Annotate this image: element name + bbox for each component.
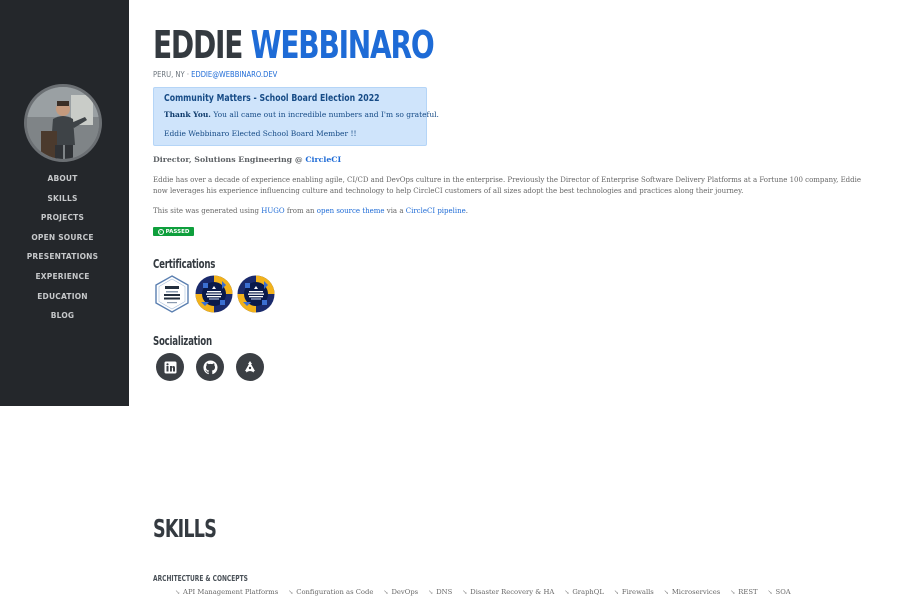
sidebar: ABOUT SKILLS PROJECTS OPEN SOURCE PRESEN… bbox=[0, 0, 129, 406]
skill-item: ↘ Firewalls bbox=[613, 588, 654, 596]
gen-via: via a bbox=[384, 207, 406, 215]
alert-message: Thank You. You all came out in incredibl… bbox=[164, 110, 439, 119]
gen-end: . bbox=[465, 207, 469, 215]
certifications-heading: Certifications bbox=[153, 257, 216, 271]
alert-title: Community Matters - School Board Electio… bbox=[164, 93, 380, 104]
bio-paragraph: Eddie has over a decade of experience en… bbox=[153, 176, 862, 195]
avatar[interactable] bbox=[24, 84, 102, 162]
nav-item-skills[interactable]: SKILLS bbox=[0, 192, 125, 212]
skill-list: ↘ API Management Platforms ↘ Configuration… bbox=[175, 588, 801, 596]
badge-text: PASSED bbox=[165, 228, 190, 235]
pipeline-link[interactable]: CircleCI pipeline bbox=[406, 207, 466, 215]
skill-item: ↘ Configuration as Code bbox=[288, 588, 374, 596]
skill-bullet-icon: ↘ bbox=[288, 588, 294, 596]
first-name: EDDIE bbox=[153, 23, 243, 67]
skill-item: ↘ REST bbox=[730, 588, 758, 596]
announcement-alert: Community Matters - School Board Electio… bbox=[153, 87, 439, 146]
alert-message-text: You all came out in incredible numbers a… bbox=[210, 110, 439, 119]
skill-item: ↘ Microservices bbox=[663, 588, 721, 596]
contact-line: PERU, NY · EDDIE@WEBBINARO.DEV bbox=[153, 70, 277, 79]
nav-item-open-source[interactable]: OPEN SOURCE bbox=[0, 231, 125, 251]
skill-item: ↘ Disaster Recovery & HA bbox=[462, 588, 555, 596]
skills-category-heading: ARCHITECTURE & CONCEPTS bbox=[153, 574, 248, 583]
nav-item-experience[interactable]: EXPERIENCE bbox=[0, 270, 125, 290]
codewars-icon[interactable] bbox=[236, 353, 264, 381]
cert-badge-atlassian-2[interactable] bbox=[237, 275, 275, 313]
skill-bullet-icon: ↘ bbox=[462, 588, 468, 596]
avatar-photo bbox=[27, 87, 99, 159]
skill-bullet-icon: ↘ bbox=[730, 588, 736, 596]
socialization-heading: Socialization bbox=[153, 334, 212, 348]
skill-item: ↘ DevOps bbox=[383, 588, 419, 596]
cert-badge-aws-solutions-architect[interactable] bbox=[153, 275, 191, 313]
skill-bullet-icon: ↘ bbox=[175, 588, 181, 596]
location-text: PERU, NY · bbox=[153, 70, 192, 79]
gen-prefix: This site was generated using bbox=[153, 207, 262, 215]
theme-link[interactable]: open source theme bbox=[317, 207, 385, 215]
skill-bullet-icon: ↘ bbox=[663, 588, 669, 596]
site-generated-line: This site was generated using HUGO from … bbox=[153, 207, 468, 215]
skill-bullet-icon: ↘ bbox=[428, 588, 434, 596]
skill-item: ↘ SOA bbox=[767, 588, 791, 596]
last-name: WEBBINARO bbox=[250, 23, 435, 67]
skill-bullet-icon: ↘ bbox=[767, 588, 773, 596]
cert-badge-atlassian-1[interactable] bbox=[195, 275, 233, 313]
role-text: Director, Solutions Engineering @ bbox=[153, 155, 306, 164]
company-link[interactable]: CircleCI bbox=[305, 155, 341, 164]
github-icon[interactable] bbox=[196, 353, 224, 381]
nav-item-blog[interactable]: BLOG bbox=[0, 309, 125, 329]
skill-item: ↘ API Management Platforms bbox=[175, 588, 279, 596]
skills-heading: SKILLS bbox=[153, 514, 217, 543]
alert-elected-text: Eddie Webbinaro Elected School Board Mem… bbox=[164, 129, 357, 138]
gen-mid: from an bbox=[284, 207, 317, 215]
hugo-link[interactable]: HUGO bbox=[261, 207, 284, 215]
skill-item: ↘ DNS bbox=[428, 588, 453, 596]
build-status-badge[interactable]: ✓ PASSED bbox=[153, 227, 194, 236]
linkedin-icon[interactable] bbox=[156, 353, 184, 381]
skill-bullet-icon: ↘ bbox=[613, 588, 619, 596]
alert-thanks: Thank You. bbox=[164, 110, 211, 119]
role-line: Director, Solutions Engineering @ Circle… bbox=[153, 155, 341, 164]
check-icon: ✓ bbox=[157, 228, 164, 235]
nav-item-presentations[interactable]: PRESENTATIONS bbox=[0, 250, 125, 270]
nav-item-education[interactable]: EDUCATION bbox=[0, 290, 125, 310]
email-link[interactable]: EDDIE@WEBBINARO.DEV bbox=[191, 70, 277, 79]
skill-item: ↘ GraphQL bbox=[564, 588, 604, 596]
skill-bullet-icon: ↘ bbox=[564, 588, 570, 596]
nav-item-projects[interactable]: PROJECTS bbox=[0, 211, 125, 231]
sidebar-nav: ABOUT SKILLS PROJECTS OPEN SOURCE PRESEN… bbox=[0, 172, 125, 329]
page-title: EDDIE WEBBINARO bbox=[153, 22, 435, 68]
nav-item-about[interactable]: ABOUT bbox=[0, 172, 125, 192]
skill-bullet-icon: ↘ bbox=[383, 588, 389, 596]
